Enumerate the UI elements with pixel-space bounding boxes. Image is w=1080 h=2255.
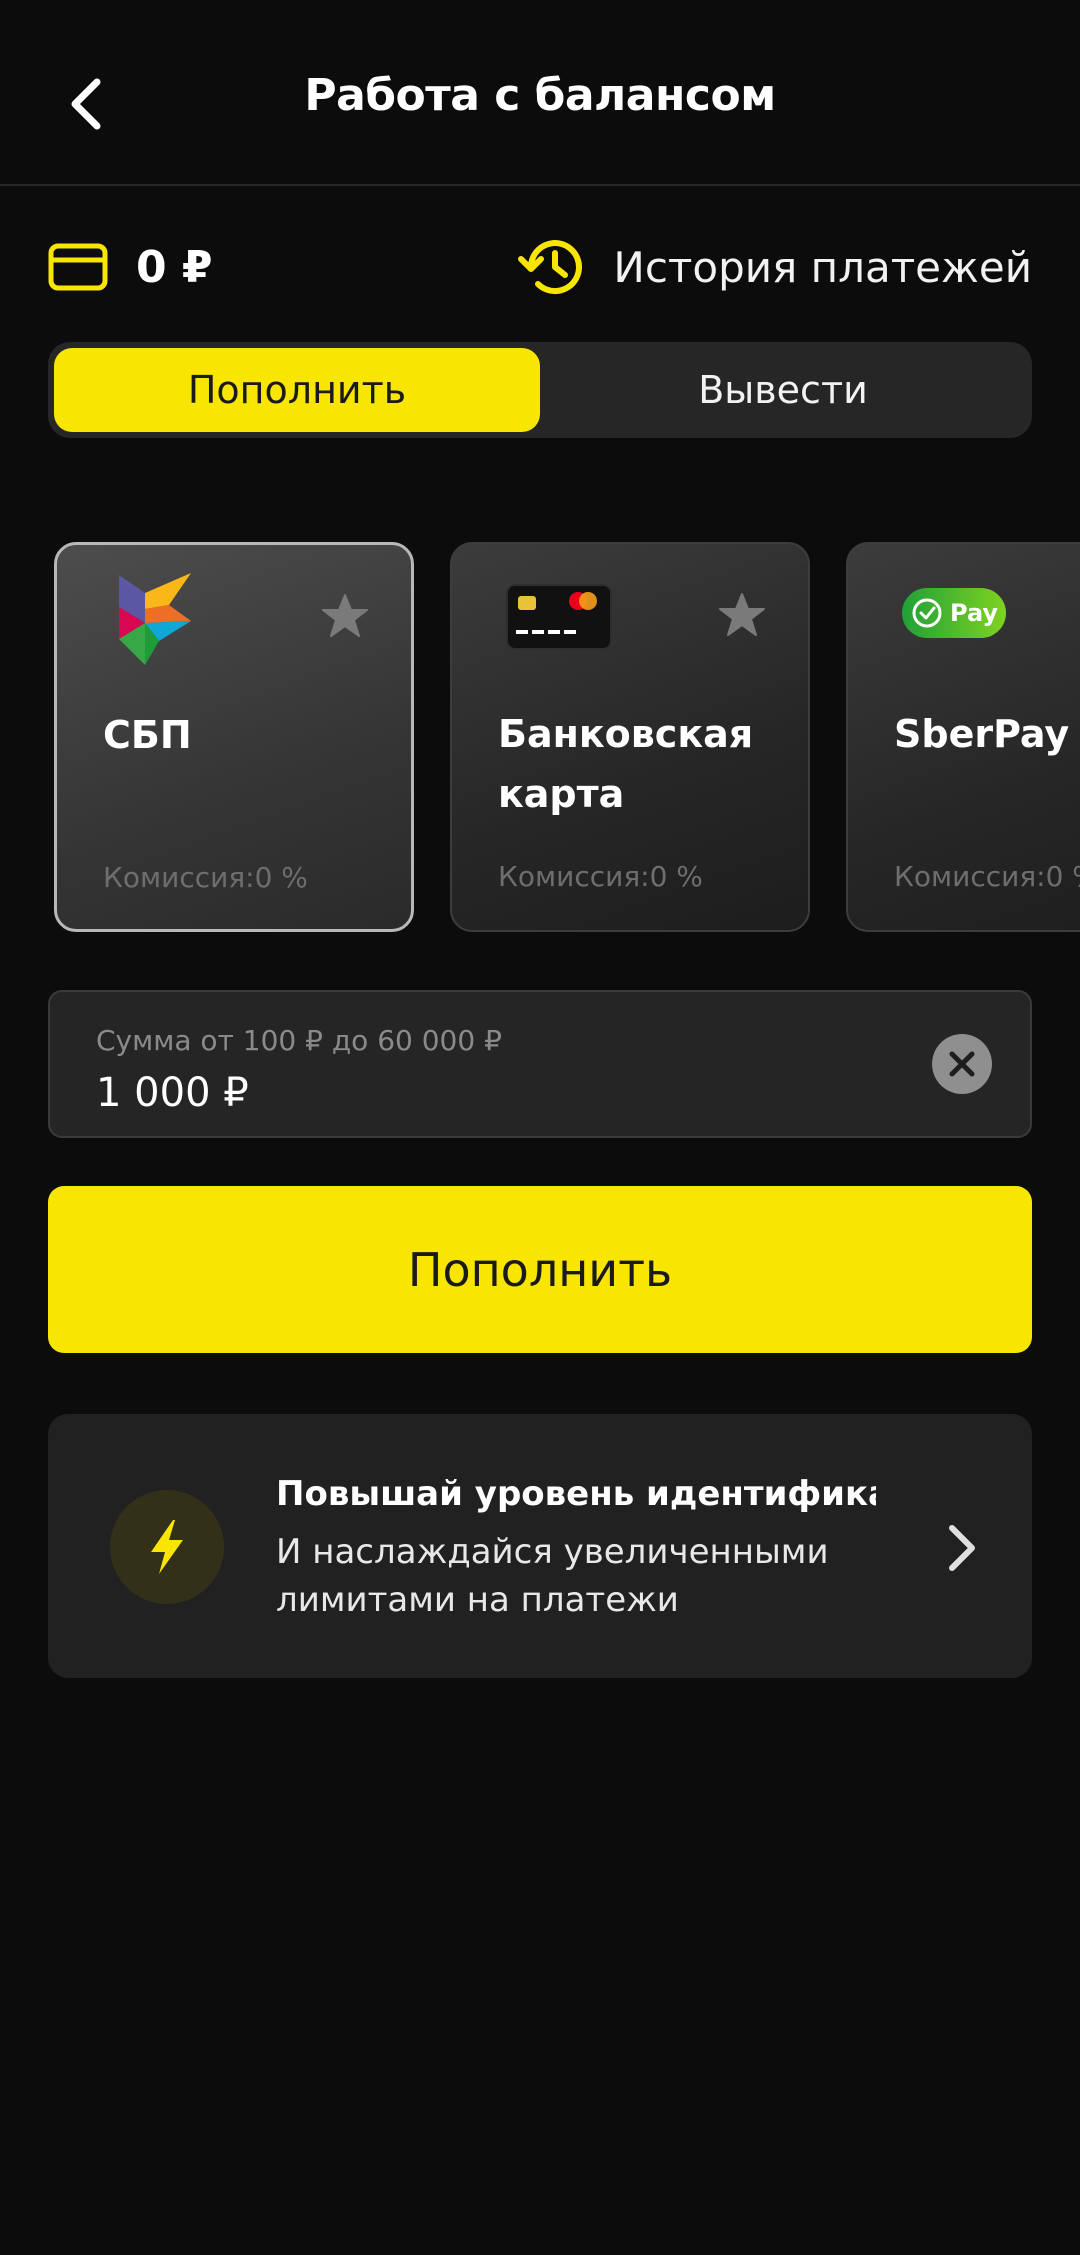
method-name: СБП xyxy=(103,713,192,757)
card-icon xyxy=(48,243,108,291)
operation-tabs: Пополнить Вывести xyxy=(48,342,1032,438)
method-name: SberPay xyxy=(894,712,1070,756)
method-card-sberpay[interactable]: Pay SberPay Комиссия:0 % xyxy=(846,542,1080,932)
history-clock-icon xyxy=(518,240,583,295)
amount-input[interactable]: Сумма от 100 ₽ до 60 000 ₽ 1 000 ₽ xyxy=(48,990,1032,1138)
top-up-button[interactable]: Пополнить xyxy=(48,1186,1032,1353)
sbp-logo-icon xyxy=(119,573,191,665)
top-bar: Работа с балансом xyxy=(0,0,1080,186)
favorite-star-icon[interactable] xyxy=(718,592,766,638)
page-title: Работа с балансом xyxy=(304,70,776,121)
chevron-right-icon xyxy=(949,1525,975,1571)
method-card-sbp[interactable]: СБП Комиссия:0 % xyxy=(54,542,414,932)
sberpay-badge-label: Pay xyxy=(950,599,999,627)
promo-icon-badge xyxy=(110,1490,224,1604)
sberpay-logo-icon: Pay xyxy=(902,588,1006,638)
tab-top-up[interactable]: Пополнить xyxy=(54,348,540,432)
tab-withdraw[interactable]: Вывести xyxy=(540,348,1026,432)
promo-title: Повышай уровень идентифика... xyxy=(276,1474,876,1514)
balance-amount: 0 ₽ xyxy=(136,241,213,293)
close-icon xyxy=(949,1051,975,1077)
method-fee: Комиссия:0 % xyxy=(103,861,308,894)
verification-promo-banner[interactable]: Повышай уровень идентифика... И наслажда… xyxy=(48,1414,1032,1678)
clear-button[interactable] xyxy=(932,1034,992,1094)
method-fee: Комиссия:0 % xyxy=(894,860,1080,893)
promo-text: И наслаждайся увеличенными лимитами на п… xyxy=(276,1532,829,1620)
amount-hint: Сумма от 100 ₽ до 60 000 ₽ xyxy=(96,1024,502,1057)
amount-value[interactable]: 1 000 ₽ xyxy=(96,1070,249,1116)
bank-card-icon xyxy=(506,584,612,650)
favorite-star-icon[interactable] xyxy=(321,593,369,639)
method-fee: Комиссия:0 % xyxy=(498,860,703,893)
method-name: Банковская карта xyxy=(498,712,754,816)
payment-history-link[interactable]: История платежей xyxy=(517,232,1032,302)
payment-methods-carousel[interactable]: СБП Комиссия:0 % Банковская карта Комисс… xyxy=(0,542,1080,932)
method-card-bank-card[interactable]: Банковская карта Комиссия:0 % xyxy=(450,542,810,932)
balance-display: 0 ₽ xyxy=(48,232,213,302)
lightning-icon xyxy=(151,1520,183,1574)
payment-history-label: История платежей xyxy=(613,242,1032,292)
checkmark-circle-icon xyxy=(912,598,942,628)
